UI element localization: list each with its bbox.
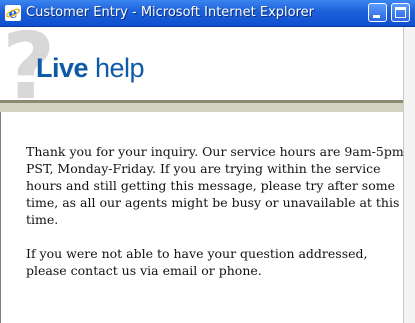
logo-help-text: help	[95, 53, 145, 83]
minimize-icon	[373, 15, 380, 18]
header-divider-light	[0, 103, 415, 112]
vertical-scrollbar[interactable]	[403, 27, 415, 323]
window-title: Customer Entry - Microsoft Internet Expl…	[26, 5, 314, 20]
service-hours-message: Thank you for your inquiry. Our service …	[26, 144, 404, 227]
logo-live-text: Live	[36, 53, 89, 83]
maximize-button[interactable]	[391, 3, 410, 22]
contact-message: If you were not able to have your questi…	[26, 246, 368, 278]
message-content: Thank you for your inquiry. Our service …	[26, 143, 404, 296]
window-titlebar[interactable]: e Customer Entry - Microsoft Internet Ex…	[0, 0, 415, 27]
cut-off-text-row	[26, 314, 401, 323]
minimize-button[interactable]	[368, 3, 387, 22]
maximize-icon	[395, 7, 406, 18]
left-frame-edge	[0, 112, 1, 323]
page-header: ? Live help	[0, 21, 415, 113]
